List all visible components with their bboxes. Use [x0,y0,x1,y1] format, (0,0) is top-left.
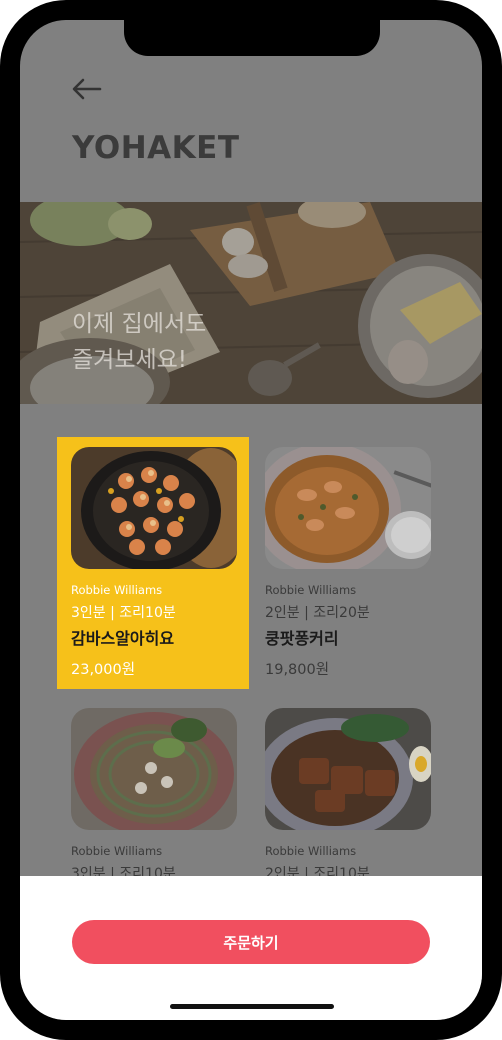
product-meta: 3인분 | 조리10분 [71,605,176,621]
hero-text: 이제 집에서도 즐겨보세요! [72,311,207,373]
order-button[interactable]: 주문하기 [72,920,430,964]
product-name: 쿵팟퐁커리 [265,629,339,648]
home-indicator [170,1004,334,1009]
product-name: 감바스알아히요 [71,629,175,648]
app-screen: YOHAKET 이제 집에서도 즐겨보세요! Robbie Williams 3… [20,20,482,1020]
hero-banner: 이제 집에서도 즐겨보세요! [20,202,482,404]
product-image-4 [265,708,431,830]
phone-frame: YOHAKET 이제 집에서도 즐겨보세요! Robbie Williams 3… [0,0,502,1040]
product-card-gambas[interactable]: Robbie Williams 3인분 | 조리10분 감바스알아히요 23,0… [57,437,249,689]
arrow-left-icon[interactable] [70,76,104,102]
product-author: Robbie Williams [265,844,357,858]
product-card-curry[interactable]: Robbie Williams 2인분 | 조리20분 쿵팟퐁커리 19,800… [251,437,443,689]
product-image-3 [71,708,237,830]
product-price: 23,000원 [71,662,136,678]
product-author: Robbie Williams [71,844,163,858]
product-price: 19,800원 [265,662,330,678]
app-title: YOHAKET [72,130,240,166]
product-author: Robbie Williams [71,583,163,597]
product-image-gambas [71,447,237,569]
device-notch [124,20,380,56]
product-image-curry [265,447,431,569]
bottom-bar: 주문하기 [20,876,482,1020]
product-author: Robbie Williams [265,583,357,597]
product-meta: 2인분 | 조리20분 [265,605,370,621]
